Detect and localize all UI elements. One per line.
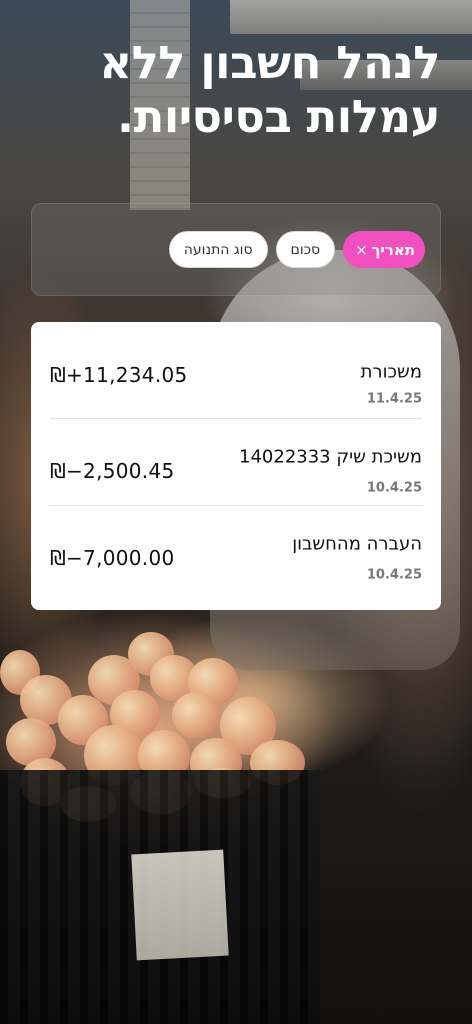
filter-chip-date-label: תאריך <box>371 240 415 259</box>
background-crate-label <box>131 849 229 961</box>
headline: לנהל חשבון ללא עמלות בסיסיות. <box>99 36 440 143</box>
transaction-date: 10.4.25 <box>366 567 422 583</box>
filter-chip-transaction-type-label: סוג התנועה <box>183 241 253 258</box>
filter-chip-transaction-type[interactable]: סוג התנועה <box>168 231 268 268</box>
transaction-title: העברה מהחשבון <box>292 533 422 555</box>
transaction-amount: ₪−2,500.45 <box>50 459 175 483</box>
background-awning <box>230 0 472 34</box>
close-icon[interactable]: × <box>355 241 368 259</box>
transaction-title: משיכת שיק 14022333 <box>239 446 422 468</box>
transaction-row[interactable]: משכורת 11.4.25 ₪+11,234.05 <box>50 322 422 419</box>
filter-chip-date[interactable]: תאריך × <box>343 231 425 268</box>
filter-chip-amount[interactable]: סכום <box>275 231 336 268</box>
filter-panel: סוג התנועה סכום תאריך × <box>31 203 441 296</box>
transactions-card: משכורת 11.4.25 ₪+11,234.05 משיכת שיק 140… <box>31 322 441 610</box>
filter-chip-amount-label: סכום <box>290 241 321 258</box>
transaction-row[interactable]: משיכת שיק 14022333 10.4.25 ₪−2,500.45 <box>50 419 422 506</box>
transaction-date: 10.4.25 <box>366 480 422 496</box>
transaction-row[interactable]: העברה מהחשבון 10.4.25 ₪−7,000.00 <box>50 506 422 592</box>
transaction-amount: ₪+11,234.05 <box>50 363 188 387</box>
transaction-date: 11.4.25 <box>366 391 422 407</box>
transaction-amount: ₪−7,000.00 <box>50 546 175 570</box>
background-apple <box>172 692 220 738</box>
transaction-title: משכורת <box>360 361 422 383</box>
